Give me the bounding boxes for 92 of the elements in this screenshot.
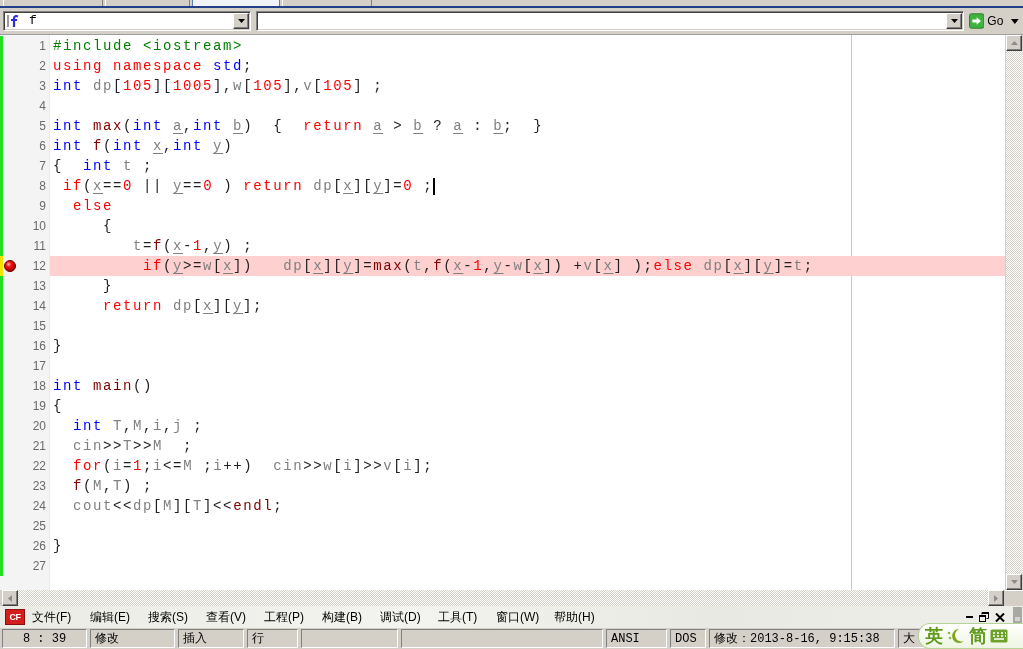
menu-item[interactable]: 文件(F) [29, 607, 87, 627]
dropdown-button[interactable] [233, 13, 249, 29]
close-icon[interactable] [995, 612, 1005, 622]
selected-function: f [29, 13, 37, 29]
code-line: using namespace std; [53, 57, 254, 76]
keyboard-icon[interactable] [990, 629, 1008, 643]
line-number: 17 [31, 359, 47, 373]
caret-down-icon [237, 19, 245, 23]
code-line: } [53, 337, 63, 356]
code-line: return dp[x][y]; [102, 297, 264, 316]
combo-box-field[interactable] [256, 11, 964, 31]
app-logo: CF [5, 609, 25, 625]
line-number: 27 [31, 559, 47, 573]
scroll-left-button[interactable] [2, 590, 18, 606]
code-line: int f(int x,int y) [53, 137, 234, 156]
line-number: 5 [38, 119, 47, 133]
line-number: 6 [38, 139, 47, 153]
code-line: if(x==0 || y==0 ) return dp[x][y]=0 ; [62, 177, 434, 196]
line-number: 10 [31, 219, 47, 233]
menu-item[interactable]: 工程(P) [261, 607, 319, 627]
line-number: 7 [38, 159, 47, 173]
restore-icon[interactable] [979, 612, 989, 622]
line-number: 13 [31, 279, 47, 293]
line-number: 11 [32, 239, 47, 253]
menu-item[interactable]: 编辑(E) [87, 607, 145, 627]
code-line: int max(int a,int b) { return a > b ? a : b; } [53, 117, 544, 136]
caret-up-icon [1010, 41, 1018, 45]
menu-item[interactable]: 搜索(S) [145, 607, 203, 627]
line-number: 4 [38, 99, 47, 113]
code-line: f(M,T) ; [72, 477, 154, 496]
function-dropdown[interactable]: f [3, 11, 251, 31]
status-field: 8 : 39 [2, 629, 87, 648]
code-line: cin>>T>>M ; [72, 437, 194, 456]
status-field: ANSI [606, 629, 667, 648]
code-line: if(y>=w[x]) dp[x][y]=max(t,f(x-1,y-w[x]) +v[x] );else dp[x][y]=t; [142, 257, 814, 276]
scroll-down-button[interactable] [1006, 574, 1022, 590]
menu-item[interactable]: 帮助(H) [551, 607, 609, 627]
line-number: 14 [31, 299, 47, 313]
line-number: 8 [38, 179, 47, 193]
arrow-right-icon [969, 13, 985, 29]
code-line: int T,M,i,j ; [72, 417, 204, 436]
line-number: 3 [38, 79, 47, 93]
line-number: 22 [31, 459, 47, 473]
caret-down-icon [1011, 18, 1019, 24]
dropdown-button[interactable] [946, 13, 962, 29]
line-number: 1 [38, 39, 47, 53]
menu-item[interactable]: 构建(B) [319, 607, 377, 627]
caret-right-icon [994, 594, 998, 602]
caret-down-icon [950, 19, 958, 23]
line-number: 21 [31, 439, 47, 453]
line-number: 23 [31, 479, 47, 493]
code-line: } [102, 277, 113, 296]
status-field: 修改 [90, 629, 175, 648]
code-line: else [72, 197, 113, 216]
status-field: 修改：2013-8-16, 9:15:38 [709, 629, 895, 648]
code-line: { [53, 397, 63, 416]
line-number: 19 [31, 399, 47, 413]
file-tab[interactable] [192, 0, 280, 6]
line-number: 9 [38, 199, 47, 213]
line-number: 12 [31, 259, 47, 273]
code-line: { int t ; [53, 157, 154, 176]
breakpoint-icon[interactable] [4, 260, 16, 272]
status-field: 行 [247, 629, 298, 648]
scroll-up-button[interactable] [1006, 35, 1022, 51]
line-number: 26 [31, 539, 47, 553]
menu-item[interactable]: 工具(T) [435, 607, 493, 627]
menu-item[interactable]: 窗口(W) [493, 607, 551, 627]
line-number: 25 [31, 519, 47, 533]
menu-item[interactable]: 调试(D) [377, 607, 435, 627]
scroll-right-button[interactable] [988, 590, 1004, 606]
code-line: t=f(x-1,y) ; [132, 237, 254, 256]
line-number: 20 [31, 419, 47, 433]
code-line: int main() [53, 377, 154, 396]
code-line: } [53, 537, 63, 556]
line-number: 24 [31, 499, 47, 513]
line-number: 18 [31, 379, 47, 393]
code-line: #include <iostream> [53, 37, 244, 56]
caret-left-icon [8, 594, 12, 602]
code-line: for(i=1;i<=M ;i++) cin>>w[i]>>v[i]; [72, 457, 434, 476]
go-button[interactable]: Go [967, 10, 1021, 32]
code-line: int dp[105][1005],w[105],v[105] ; [53, 77, 384, 96]
caret-down-icon [1010, 580, 1018, 584]
status-field: DOS [670, 629, 706, 648]
code-line: { [102, 217, 113, 236]
moon-icon[interactable] [946, 627, 966, 645]
line-number: 16 [31, 339, 47, 353]
line-number: 15 [31, 319, 47, 333]
function-icon [7, 14, 20, 28]
menu-item[interactable]: 查看(V) [203, 607, 261, 627]
status-field: 插入 [178, 629, 244, 648]
line-number: 2 [38, 59, 47, 73]
code-line: cout<<dp[M][T]<<endl; [72, 497, 284, 516]
